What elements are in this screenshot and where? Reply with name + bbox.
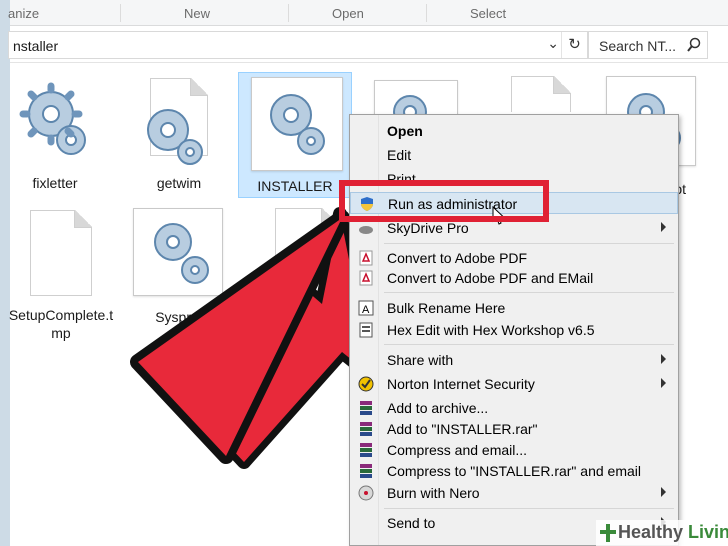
context-menu: Open Edit Print Run as administrator Sky… [349,114,679,546]
menu-item-convert-pdf[interactable]: Convert to Adobe PDF [350,247,678,269]
submenu-arrow-icon [661,487,666,497]
watermark-text: Healthy Living [618,522,728,543]
menu-item-label: Add to "INSTALLER.rar" [387,421,538,437]
menu-item-label: Hex Edit with Hex Workshop v6.5 [387,322,595,338]
skydrive-icon [358,220,374,236]
hex-icon [358,322,374,338]
menu-item-share-with[interactable]: Share with [350,349,678,371]
submenu-arrow-icon [661,378,666,388]
menu-separator [384,344,674,345]
menu-item-open[interactable]: Open [350,120,678,142]
menu-item-label: Send to [387,515,436,531]
pdf-icon [358,250,374,266]
menu-item-label: Edit [387,147,412,163]
menu-item-label: Compress and email... [387,442,528,458]
pdf-mail-icon [358,270,374,286]
menu-item-label: Open [387,123,423,139]
menu-item-label: Convert to Adobe PDF [387,250,528,266]
winrar-icon [358,400,374,416]
svg-text:A: A [362,304,370,316]
watermark-text-a: Healthy [618,522,684,542]
menu-item-label: Add to archive... [387,400,489,416]
norton-icon [358,376,374,392]
menu-item-compress-email[interactable]: Compress and email... [350,439,678,461]
menu-item-norton[interactable]: Norton Internet Security [350,373,678,395]
menu-item-add-to-rar[interactable]: Add to "INSTALLER.rar" [350,418,678,440]
menu-item-label: SkyDrive Pro [387,220,469,236]
menu-item-bulk-rename[interactable]: A Bulk Rename Here [350,297,678,319]
watermark: Healthy Living [596,520,728,546]
menu-item-burn-nero[interactable]: Burn with Nero [350,482,678,504]
menu-item-compress-rar-email[interactable]: Compress to "INSTALLER.rar" and email [350,460,678,482]
rename-icon: A [358,300,374,316]
menu-item-hex-edit[interactable]: Hex Edit with Hex Workshop v6.5 [350,319,678,341]
leaf-icon [600,524,616,546]
menu-item-label: Convert to Adobe PDF and EMail [387,270,594,286]
menu-item-edit[interactable]: Edit [350,144,678,166]
menu-item-label: Compress to "INSTALLER.rar" and email [387,463,641,479]
submenu-arrow-icon [661,354,666,364]
menu-item-label: Share with [387,352,454,368]
highlight-box [339,180,549,222]
menu-separator [384,292,674,293]
menu-item-add-to-archive[interactable]: Add to archive... [350,397,678,419]
watermark-text-b: Living [688,522,728,542]
submenu-arrow-icon [661,222,666,232]
menu-item-convert-pdf-email[interactable]: Convert to Adobe PDF and EMail [350,267,678,289]
nero-icon [358,485,374,501]
menu-item-label: Norton Internet Security [387,376,535,392]
menu-item-label: Bulk Rename Here [387,300,506,316]
winrar-icon [358,442,374,458]
menu-separator [384,508,674,509]
menu-item-label: Burn with Nero [387,485,480,501]
winrar-icon [358,463,374,479]
menu-separator [384,243,674,244]
winrar-icon [358,421,374,437]
